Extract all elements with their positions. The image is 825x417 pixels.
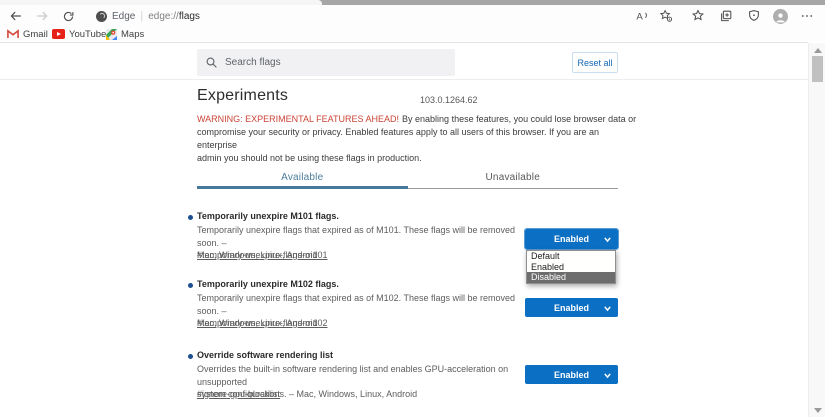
- youtube-icon: [52, 29, 65, 39]
- tab-indicator-inactive: [408, 188, 618, 189]
- version-number: 103.0.1264.62: [420, 95, 478, 105]
- header-divider: [0, 79, 808, 80]
- flag-title: Temporarily unexpire M102 flags.: [197, 279, 339, 289]
- url-text[interactable]: edge://flags: [148, 11, 200, 22]
- select-dropdown-menu: Default Enabled Disabled: [526, 250, 616, 284]
- scrollbar-down-arrow[interactable]: [813, 408, 822, 413]
- bookmark-youtube[interactable]: YouTube: [52, 27, 106, 41]
- tab-available[interactable]: Available: [197, 168, 408, 193]
- svg-text:A: A: [636, 12, 643, 23]
- bookmark-gmail[interactable]: Gmail: [7, 27, 48, 41]
- flag-title: Temporarily unexpire M101 flags.: [197, 211, 339, 221]
- gmail-icon: [7, 29, 19, 39]
- search-input[interactable]: [225, 57, 425, 68]
- dropdown-option-enabled[interactable]: Enabled: [527, 262, 615, 273]
- profile-avatar: [772, 8, 788, 24]
- forward-icon: [35, 9, 49, 23]
- tab-unavailable[interactable]: Unavailable: [408, 168, 619, 193]
- flag-permalink[interactable]: #temporary-unexpire-flags-m102: [197, 318, 328, 328]
- warning-highlight: WARNING: EXPERIMENTAL FEATURES AHEAD!: [197, 114, 400, 124]
- bookmark-label: Maps: [121, 28, 145, 40]
- flag-select-gpu[interactable]: Enabled: [525, 365, 618, 384]
- toolbar: Edge | edge://flags A: [0, 5, 825, 26]
- back-button[interactable]: [8, 8, 24, 24]
- settings-menu-icon: [800, 9, 814, 23]
- bookmark-maps[interactable]: Maps: [106, 27, 144, 41]
- flag-bullet: [188, 354, 193, 359]
- refresh-icon: [62, 10, 75, 23]
- chevron-down-icon: [603, 304, 612, 313]
- chevron-down-icon: [603, 371, 612, 380]
- settings-menu-button[interactable]: [799, 8, 815, 24]
- flag-bullet: [188, 215, 193, 220]
- flag-permalink[interactable]: #ignore-gpu-blocklist: [197, 389, 280, 399]
- site-icon[interactable]: [96, 10, 107, 22]
- flag-title: Override software rendering list: [197, 350, 334, 360]
- dropdown-option-disabled[interactable]: Disabled: [527, 272, 615, 283]
- collections-icon: [719, 9, 733, 23]
- maps-icon: [106, 28, 117, 40]
- url-scheme: edge://: [148, 10, 179, 22]
- chevron-down-icon: [603, 235, 612, 244]
- toolbar-divider: [0, 42, 808, 43]
- add-favorite-icon: [659, 9, 673, 23]
- page-title: Experiments: [197, 87, 289, 104]
- flag-tabs: Available Unavailable: [197, 168, 618, 193]
- reset-all-button[interactable]: Reset all: [572, 52, 618, 73]
- address-bar[interactable]: Edge | edge://flags: [96, 7, 200, 25]
- browser-window: Edge | edge://flags A Gmail YouTube Maps…: [0, 0, 825, 417]
- bookmark-label: YouTube: [69, 28, 107, 40]
- read-aloud-icon: A: [635, 9, 649, 23]
- warning-text: WARNING: EXPERIMENTAL FEATURES AHEAD! By …: [197, 114, 637, 163]
- address-separator: |: [140, 10, 144, 22]
- profile-button[interactable]: [772, 8, 788, 24]
- flag-select-m102[interactable]: Enabled: [525, 298, 618, 317]
- forward-button[interactable]: [34, 8, 50, 24]
- browser-essentials-button[interactable]: [746, 8, 762, 24]
- favorites-button[interactable]: [690, 8, 706, 24]
- dropdown-option-default[interactable]: Default: [527, 251, 615, 262]
- site-label: Edge: [112, 10, 136, 22]
- search-icon: [205, 56, 218, 69]
- search-flags-box: [197, 49, 455, 76]
- tab-indicator-active: [197, 186, 408, 189]
- browser-essentials-icon: [747, 9, 761, 23]
- bookmarks-bar: Gmail YouTube Maps: [0, 26, 825, 42]
- flag-bullet: [188, 283, 193, 288]
- bookmark-label: Gmail: [23, 28, 48, 40]
- refresh-button[interactable]: [60, 8, 76, 24]
- scrollbar-thumb[interactable]: [812, 56, 823, 82]
- add-favorite-button[interactable]: [658, 8, 674, 24]
- back-icon: [9, 9, 23, 23]
- flag-select-m101[interactable]: Enabled: [524, 228, 619, 250]
- scrollbar: [808, 43, 825, 417]
- favorites-icon: [691, 9, 705, 23]
- read-aloud-button[interactable]: A: [634, 8, 650, 24]
- url-path: flags: [178, 10, 200, 22]
- flag-permalink[interactable]: #temporary-unexpire-flags-m101: [197, 250, 328, 260]
- scrollbar-up-arrow[interactable]: [813, 48, 822, 53]
- collections-button[interactable]: [718, 8, 734, 24]
